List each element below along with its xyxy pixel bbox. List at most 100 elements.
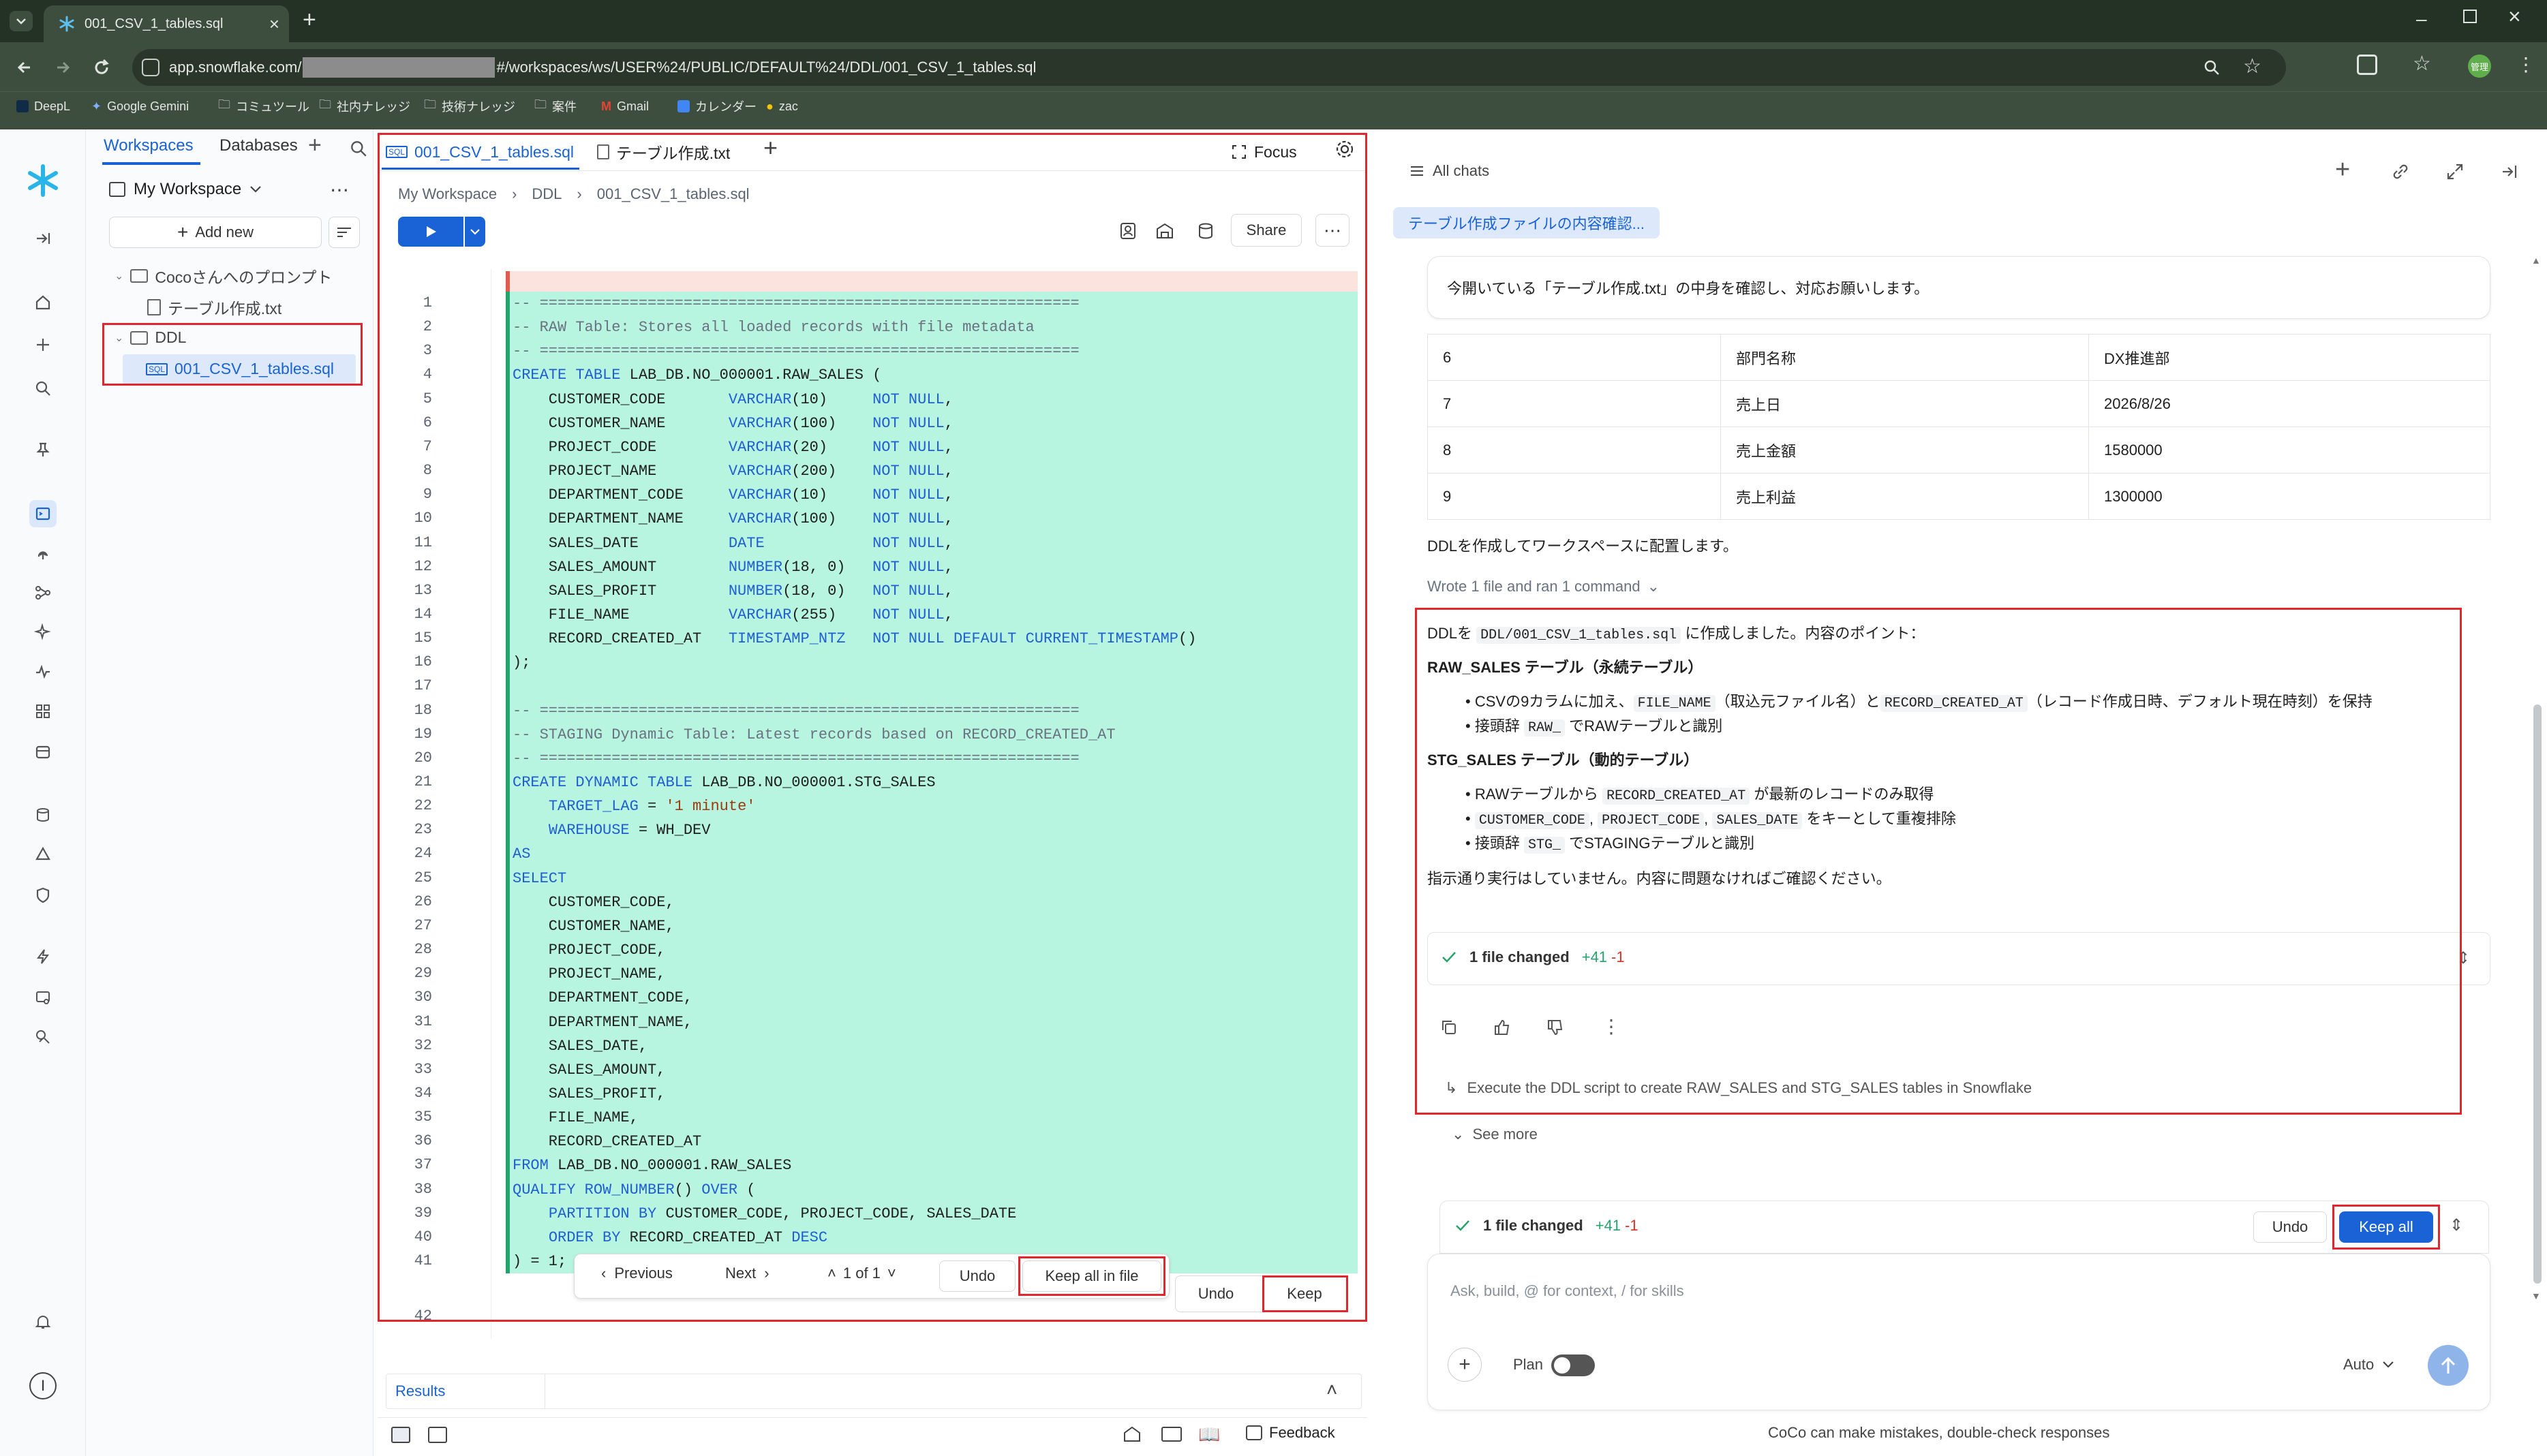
bookmark-folder-projects[interactable]: 🗀 案件 [534,91,577,121]
sort-filter-button[interactable] [329,217,360,248]
profile-avatar[interactable]: 管理 [2468,55,2491,78]
workspace-selector[interactable]: My Workspace [109,180,262,199]
code-line[interactable]: ); [513,651,530,675]
code-line[interactable]: AS [513,842,530,866]
editor-tab-txt[interactable]: テーブル作成.txt [597,136,730,168]
zoom-icon[interactable] [2203,59,2221,76]
next-change-button[interactable]: Next › [725,1265,769,1282]
code-line[interactable]: CUSTOMER_CODE, [513,890,675,914]
governance-icon[interactable] [29,882,57,909]
code-line[interactable]: DEPARTMENT_CODE VARCHAR(10) NOT NULL, [513,483,954,507]
suggestion-item[interactable]: ↳ Execute the DDL script to create RAW_S… [1445,1079,2032,1097]
expand-icon[interactable] [2445,162,2465,181]
code-line[interactable]: PROJECT_NAME, [513,962,666,986]
add-new-button[interactable]: + Add new [109,217,322,248]
admin-icon[interactable] [29,984,57,1011]
bookmark-calendar[interactable]: カレンダー [677,91,757,121]
marketplace-icon[interactable] [29,698,57,725]
role-icon[interactable] [1118,221,1138,241]
tree-file-table-txt[interactable]: テーブル作成.txt [147,296,281,319]
home-icon[interactable] [29,289,57,316]
expand-sidebar-icon[interactable] [29,225,57,252]
code-line[interactable]: ) = 1; [513,1250,566,1273]
thumbs-up-icon[interactable] [1493,1018,1512,1037]
home-status-icon[interactable] [1122,1424,1142,1444]
transformation-icon[interactable] [29,579,57,606]
code-line[interactable]: SALES_DATE DATE NOT NULL, [513,531,954,555]
more-options-button[interactable]: ⋯ [1315,214,1349,247]
code-line[interactable]: -- =====================================… [513,747,1080,771]
keep-all-in-file-button[interactable]: Keep all in file [1022,1260,1161,1292]
tree-folder-ddl[interactable]: ⌄ DDL [115,328,186,347]
site-info-icon[interactable] [142,59,159,76]
bookmark-folder-community[interactable]: 🗀 コミュツール [218,91,309,121]
apps-icon[interactable] [29,739,57,766]
code-line[interactable]: -- =====================================… [513,339,1080,363]
monitoring-icon[interactable] [29,658,57,685]
chat-title-chip[interactable]: テーブル作成ファイルの内容確認... [1393,207,1660,238]
focus-button[interactable]: Focus [1231,136,1297,168]
code-line[interactable]: SALES_DATE, [513,1034,647,1058]
catalog-icon[interactable] [29,841,57,868]
tree-file-ddl-sql[interactable]: SQL 001_CSV_1_tables.sql [146,360,334,378]
bookmark-folder-internal[interactable]: 🗀 社内ナレッジ [319,91,410,121]
snowflake-logo-icon[interactable] [26,164,60,198]
code-line[interactable]: RECORD_CREATED_AT [513,1130,701,1153]
maximize-icon[interactable] [2463,10,2477,23]
projects-icon[interactable] [29,500,57,527]
code-line[interactable]: DEPARTMENT_NAME VARCHAR(100) NOT NULL, [513,507,954,531]
tab-databases[interactable]: Databases [219,136,298,155]
thumbs-down-icon[interactable] [1546,1018,1565,1037]
minimize-icon[interactable]: – [2416,8,2427,30]
scroll-up-arrow[interactable]: ▲ [2531,255,2541,266]
editor-tab-sql[interactable]: SQL 001_CSV_1_tables.sql [386,136,574,168]
code-line[interactable]: DEPARTMENT_CODE, [513,986,692,1010]
chevron-up-icon[interactable]: ˄ [1326,1379,1337,1401]
bookmarks-icon[interactable]: ☆ [2413,52,2431,76]
tree-folder-prompt[interactable]: ⌄ Cocoさんへのプロンプト [115,264,332,288]
keep-hunk-button[interactable]: Keep [1268,1280,1341,1308]
create-icon[interactable] [29,331,57,358]
link-icon[interactable] [2391,162,2410,181]
feedback-button[interactable]: Feedback [1246,1424,1335,1442]
new-editor-tab-icon[interactable]: + [763,134,778,162]
undo-hunk-button[interactable]: Undo [1179,1280,1253,1308]
code-line[interactable]: CREATE TABLE LAB_DB.NO_000001.RAW_SALES … [513,363,881,387]
copy-icon[interactable] [1439,1018,1459,1037]
code-line[interactable]: CUSTOMER_NAME, [513,914,675,938]
help-icon[interactable] [29,1023,57,1051]
ingestion-icon[interactable] [29,540,57,567]
undo-file-button[interactable]: Undo [939,1260,1016,1292]
model-selector[interactable]: Auto [2343,1356,2394,1374]
bookmark-gemini[interactable]: ✦ Google Gemini [91,91,189,121]
code-line[interactable]: CUSTOMER_CODE VARCHAR(10) NOT NULL, [513,388,954,412]
bookmark-folder-tech[interactable]: 🗀 技術ナレッジ [424,91,515,121]
code-line[interactable]: SALES_AMOUNT, [513,1058,666,1082]
code-line[interactable]: SALES_PROFIT NUMBER(18, 0) NOT NULL, [513,579,954,603]
code-line[interactable]: PROJECT_NAME VARCHAR(200) NOT NULL, [513,459,954,483]
code-line[interactable]: FROM LAB_DB.NO_000001.RAW_SALES [513,1153,791,1177]
code-line[interactable]: -- =====================================… [513,292,1080,315]
code-line[interactable]: QUALIFY ROW_NUMBER() OVER ( [513,1178,755,1202]
bookmark-deepl[interactable]: DeepL [16,91,70,121]
share-button[interactable]: Share [1231,214,1302,247]
address-bar[interactable]: app.snowflake.com/ #/workspaces/ws/USER%… [132,49,2286,86]
code-line[interactable]: SELECT [513,867,566,890]
all-chats-link[interactable]: All chats [1409,162,1489,180]
browser-menu-icon[interactable]: ⋮ [2516,53,2535,76]
keyboard-icon[interactable] [1161,1427,1182,1442]
back-icon[interactable] [14,56,37,79]
code-line[interactable]: FILE_NAME, [513,1106,639,1130]
pin-icon[interactable] [29,436,57,463]
wrote-summary-toggle[interactable]: Wrote 1 file and ran 1 command ⌄ [1427,578,1660,595]
new-chat-icon[interactable]: + [2335,155,2350,185]
code-line[interactable]: PARTITION BY CUSTOMER_CODE, PROJECT_CODE… [513,1202,1017,1226]
database-icon[interactable] [1195,221,1216,241]
layout-split-icon[interactable] [391,1427,410,1443]
undo-all-button[interactable]: Undo [2253,1211,2327,1243]
code-line[interactable]: CUSTOMER_NAME VARCHAR(100) NOT NULL, [513,412,954,435]
breadcrumb-workspace[interactable]: My Workspace [398,185,497,203]
search-files-icon[interactable] [349,139,368,158]
code-line[interactable]: CREATE DYNAMIC TABLE LAB_DB.NO_000001.ST… [513,771,936,794]
code-line[interactable]: DEPARTMENT_NAME, [513,1010,692,1034]
